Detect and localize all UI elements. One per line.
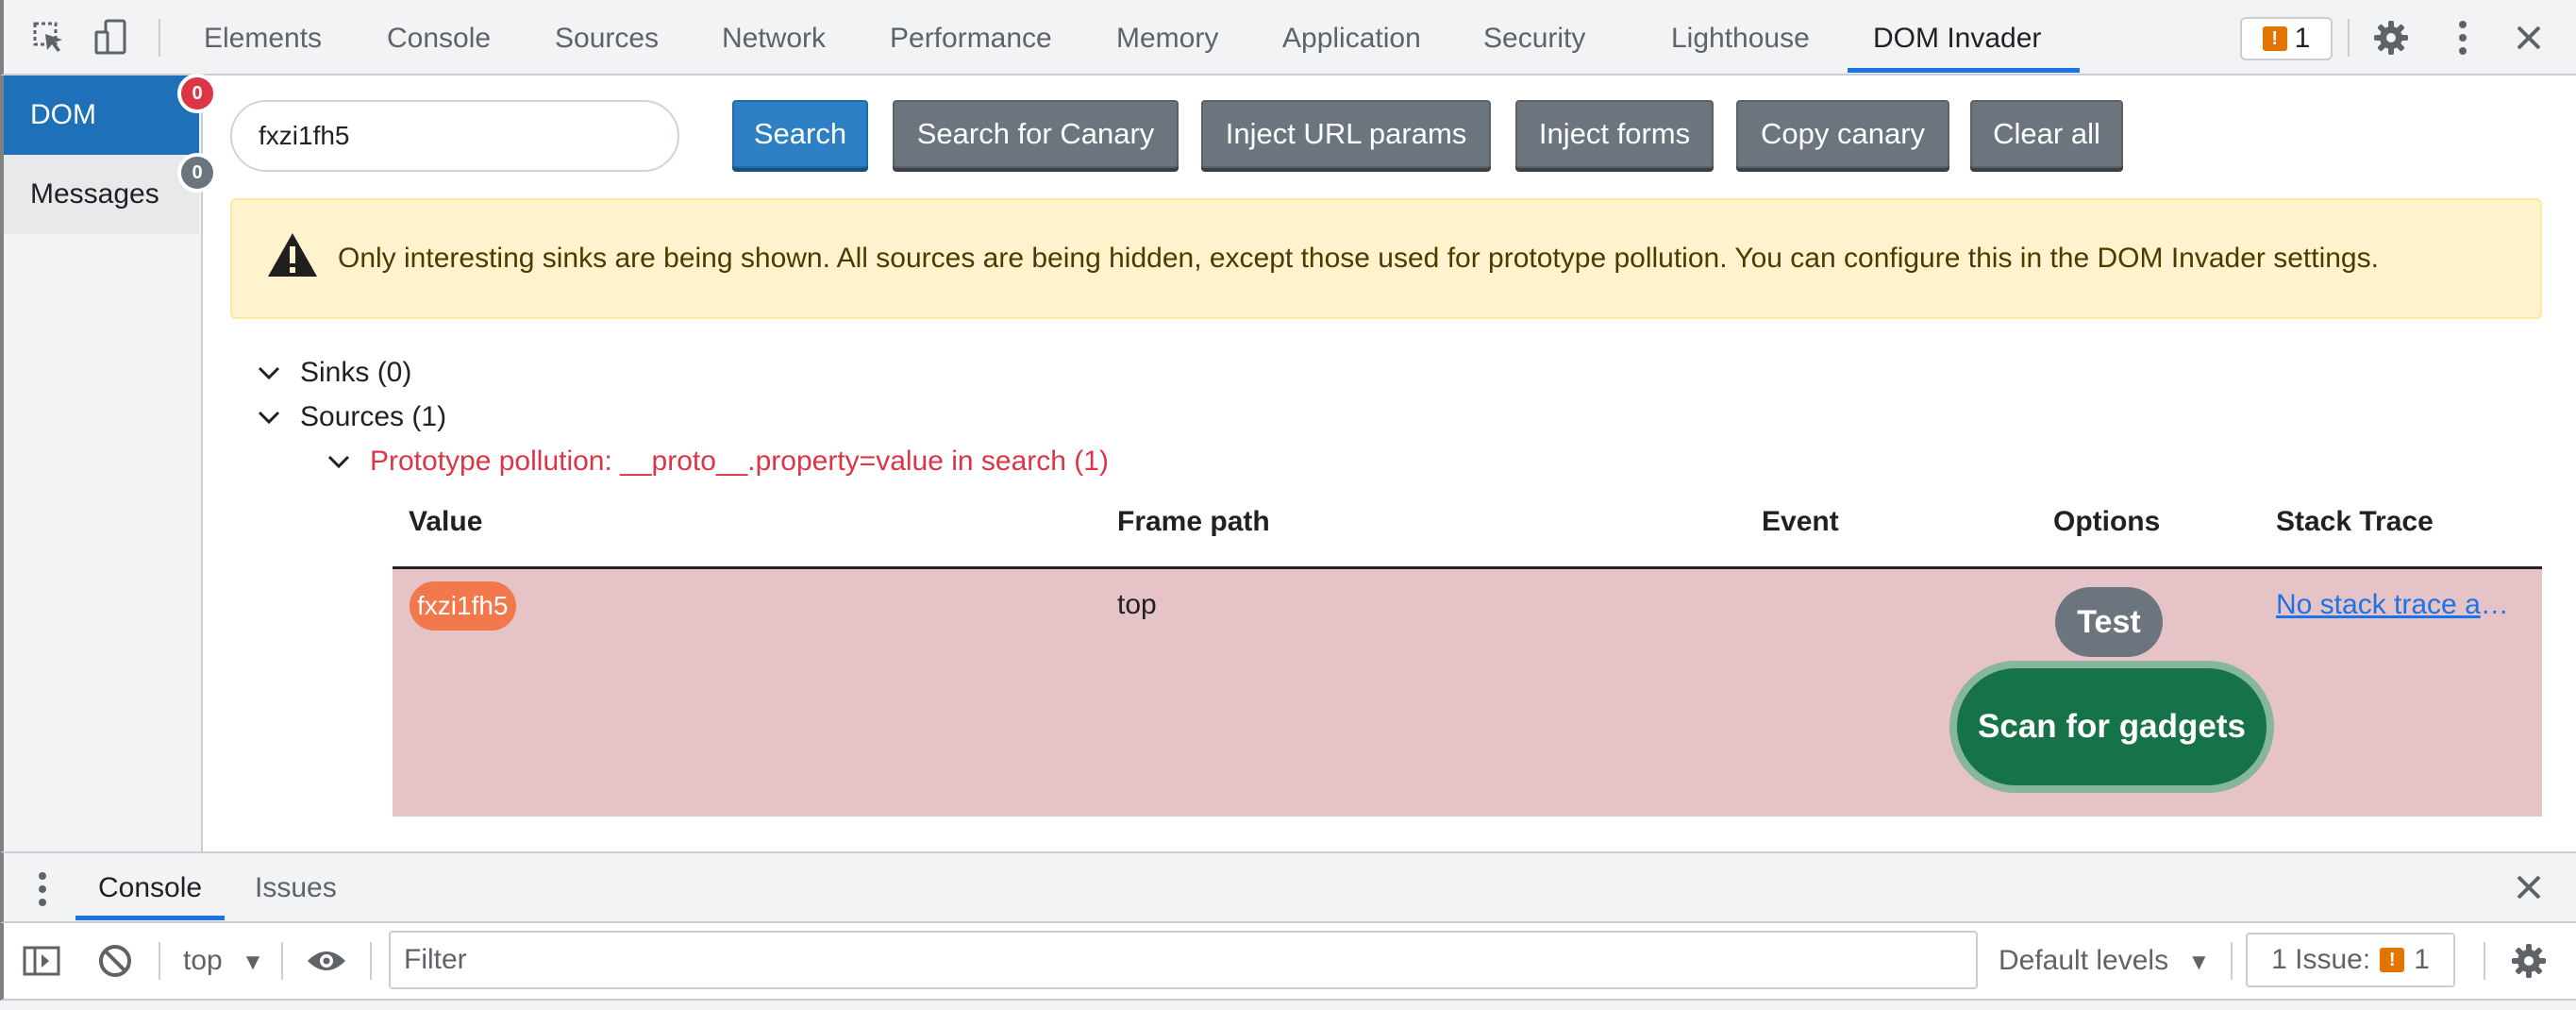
issue-warning-icon: ! bbox=[2380, 948, 2405, 972]
frame-path-cell: top bbox=[1117, 589, 1157, 620]
close-drawer-icon[interactable] bbox=[2516, 874, 2542, 905]
inject-forms-button[interactable]: Inject forms bbox=[1515, 100, 1714, 168]
context-value: top bbox=[183, 945, 223, 976]
prototype-pollution-tree-node[interactable]: Prototype pollution: __proto__.property=… bbox=[325, 446, 1109, 478]
live-expression-eye-icon[interactable] bbox=[306, 948, 347, 979]
tab-memory[interactable]: Memory bbox=[1116, 0, 1218, 76]
canary-value-pill: fxzi1fh5 bbox=[410, 581, 516, 631]
toolbar-divider bbox=[281, 942, 283, 980]
context-selector[interactable]: top ▼ bbox=[183, 923, 264, 999]
show-sidebar-icon[interactable] bbox=[23, 946, 60, 981]
drawer-menu-kebab-icon[interactable] bbox=[38, 870, 47, 913]
search-button[interactable]: Search bbox=[732, 100, 868, 168]
dom-count-badge: 0 bbox=[177, 74, 217, 113]
devtools-tabbar: Elements Console Sources Network Perform… bbox=[0, 0, 2576, 76]
clear-console-icon[interactable] bbox=[96, 942, 134, 985]
issues-count: 1 bbox=[2414, 944, 2430, 975]
sinks-tree-node[interactable]: Sinks (0) bbox=[255, 357, 411, 389]
console-toolbar: top ▼ Default levels ▼ 1 Issue: ! 1 bbox=[0, 923, 2576, 1001]
sidebar-item-label: Messages bbox=[30, 178, 159, 210]
warning-text: Only interesting sinks are being shown. … bbox=[338, 243, 2379, 274]
chevron-down-icon bbox=[255, 359, 283, 387]
active-drawer-tab-indicator bbox=[75, 916, 225, 920]
test-button[interactable]: Test bbox=[2055, 587, 2163, 657]
console-drawer-header: Console Issues bbox=[0, 851, 2576, 923]
toolbar-divider bbox=[2484, 942, 2485, 980]
console-filter-input[interactable] bbox=[389, 931, 1978, 989]
toolbar-divider bbox=[2231, 942, 2233, 980]
sources-tree-node[interactable]: Sources (1) bbox=[255, 401, 446, 433]
warning-icon bbox=[266, 231, 319, 286]
dom-invader-sidebar: DOM Messages bbox=[0, 76, 203, 851]
prototype-pollution-label: Prototype pollution: __proto__.property=… bbox=[370, 446, 1109, 477]
tab-network[interactable]: Network bbox=[722, 0, 826, 76]
issues-count: 1 bbox=[2294, 23, 2311, 54]
inspect-element-icon[interactable] bbox=[26, 15, 72, 60]
search-for-canary-button[interactable]: Search for Canary bbox=[893, 100, 1179, 168]
issues-counter-button[interactable]: ! 1 bbox=[2240, 17, 2333, 60]
messages-count-badge: 0 bbox=[177, 153, 217, 193]
log-levels-label: Default levels bbox=[1999, 945, 2169, 976]
sidebar-item-label: DOM bbox=[30, 99, 96, 130]
tab-console[interactable]: Console bbox=[387, 0, 491, 76]
issue-warning-icon: ! bbox=[2262, 26, 2287, 51]
toolbar-divider bbox=[159, 19, 160, 57]
close-devtools-icon[interactable] bbox=[2506, 15, 2551, 60]
sidebar-item-dom[interactable]: DOM bbox=[4, 76, 199, 155]
drawer-tab-issues[interactable]: Issues bbox=[255, 853, 337, 923]
copy-canary-button[interactable]: Copy canary bbox=[1736, 100, 1949, 168]
inject-url-params-button[interactable]: Inject URL params bbox=[1201, 100, 1491, 168]
toolbar-divider bbox=[159, 942, 160, 980]
dropdown-arrow-icon: ▼ bbox=[2187, 950, 2211, 975]
canary-search-input[interactable] bbox=[230, 100, 679, 172]
dropdown-arrow-icon: ▼ bbox=[242, 950, 264, 975]
drawer-tab-console[interactable]: Console bbox=[98, 853, 202, 923]
column-header-options: Options bbox=[2053, 506, 2161, 537]
column-header-stack-trace: Stack Trace bbox=[2276, 506, 2434, 537]
issues-label: 1 Issue: bbox=[2271, 944, 2371, 975]
chevron-down-icon bbox=[325, 447, 353, 476]
tab-lighthouse[interactable]: Lighthouse bbox=[1671, 0, 1810, 76]
tab-sources[interactable]: Sources bbox=[555, 0, 659, 76]
tab-security[interactable]: Security bbox=[1483, 0, 1585, 76]
console-issues-button[interactable]: 1 Issue: ! 1 bbox=[2246, 933, 2455, 987]
scan-for-gadgets-button[interactable]: Scan for gadgets bbox=[1949, 661, 2274, 793]
device-toolbar-icon[interactable] bbox=[89, 15, 134, 60]
column-header-event: Event bbox=[1762, 506, 1839, 537]
tab-dom-invader[interactable]: DOM Invader bbox=[1873, 0, 2041, 76]
sinks-filter-warning-alert: Only interesting sinks are being shown. … bbox=[230, 198, 2542, 319]
toolbar-divider bbox=[2348, 19, 2350, 57]
tab-elements[interactable]: Elements bbox=[204, 0, 322, 76]
column-header-frame-path: Frame path bbox=[1117, 506, 1270, 537]
log-levels-dropdown[interactable]: Default levels ▼ bbox=[1999, 923, 2210, 999]
stack-trace-link[interactable]: No stack trace available bbox=[2276, 589, 2517, 621]
column-header-value: Value bbox=[409, 506, 483, 537]
tab-performance[interactable]: Performance bbox=[890, 0, 1052, 76]
window-bottom-edge bbox=[0, 1001, 2576, 1010]
toolbar-divider bbox=[370, 942, 372, 980]
tab-application[interactable]: Application bbox=[1282, 0, 1421, 76]
clear-all-button[interactable]: Clear all bbox=[1970, 100, 2123, 168]
active-tab-indicator bbox=[1848, 68, 2080, 73]
sinks-label: Sinks (0) bbox=[300, 357, 412, 388]
sources-label: Sources (1) bbox=[300, 401, 447, 432]
chevron-down-icon bbox=[255, 403, 283, 431]
sidebar-item-messages[interactable]: Messages bbox=[4, 155, 199, 234]
console-settings-gear-icon[interactable] bbox=[2510, 942, 2548, 985]
settings-gear-icon[interactable] bbox=[2368, 15, 2414, 60]
more-options-kebab-icon[interactable] bbox=[2440, 15, 2485, 60]
